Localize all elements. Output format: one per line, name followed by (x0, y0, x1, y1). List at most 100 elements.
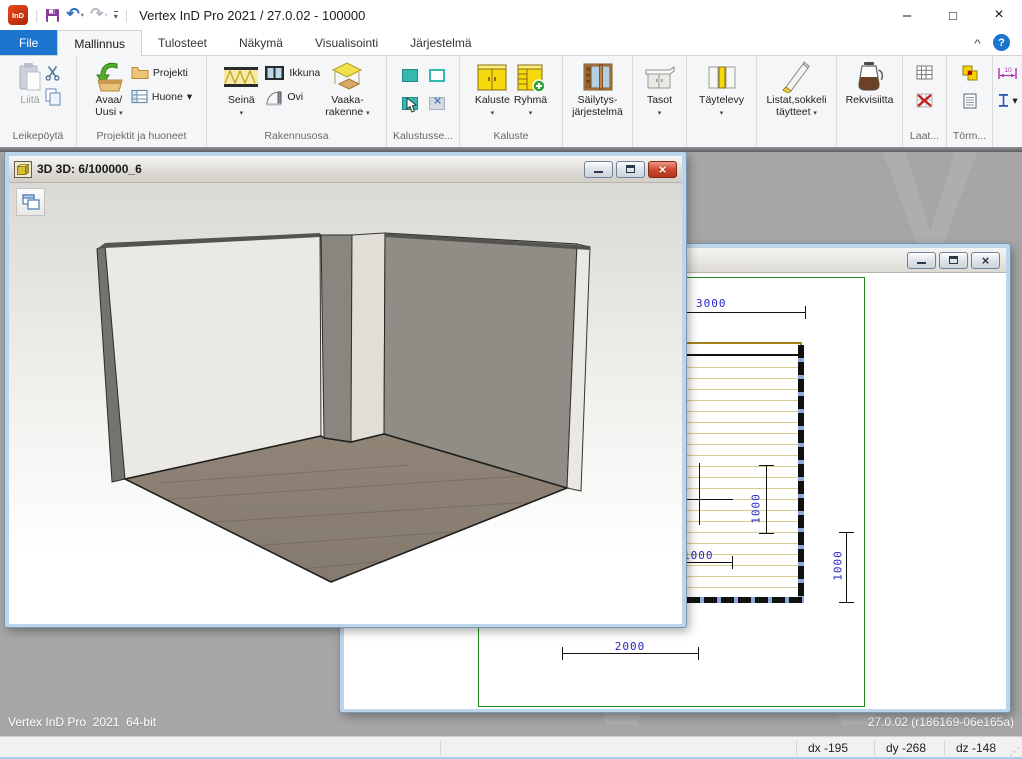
ribbon-group-filler-panel: Täytelevy ▾ (687, 56, 757, 147)
tab-visualisointi[interactable]: Visualisointi (299, 30, 394, 55)
save-button[interactable] (45, 8, 60, 23)
app-logo-icon: InD (8, 5, 28, 25)
door-icon (264, 88, 283, 106)
undo-dropdown-arrow-icon[interactable]: ▾ (81, 11, 84, 19)
viewport-windows-button[interactable] (16, 188, 45, 216)
3d-minimize-button[interactable] (584, 161, 613, 178)
molding-strip-icon (780, 59, 812, 95)
application-window: InD | ↶ ▾ ↷ ▾ ▾ | Vertex InD Pro 202 (0, 0, 1022, 759)
ribbon-group-tops: Tasot ▾ (633, 56, 687, 147)
outline-rectangle-icon (429, 69, 445, 82)
left-wall (105, 234, 321, 479)
door-button[interactable]: Ovi (264, 87, 320, 106)
copy-button[interactable] (45, 87, 61, 106)
strips-button[interactable]: Listat,sokkeli täytteet ▾ (764, 58, 828, 130)
maximize-button[interactable]: □ (930, 0, 976, 30)
document-icon (963, 93, 977, 109)
3d-view-window[interactable]: 3D 3D: 6/100000_6 × (5, 152, 686, 627)
redo-icon: ↷ (90, 8, 103, 22)
minimize-button[interactable]: – (884, 0, 930, 30)
fixture-button[interactable]: Kaluste ▾ (473, 58, 512, 130)
ribbon-tab-row: File Mallinnus Tulosteet Näkymä Visualis… (0, 30, 1022, 56)
save-icon (45, 8, 60, 23)
2d-minimize-button[interactable] (907, 252, 936, 269)
tab-nakyma[interactable]: Näkymä (223, 30, 299, 55)
close-icon: × (659, 163, 667, 176)
room-button[interactable]: Huone ▾ (131, 87, 192, 106)
height-dimension-button[interactable]: ▾ (997, 91, 1018, 110)
dimension-label: 3000 (696, 297, 727, 310)
fixture-wall-outline-button[interactable] (424, 62, 450, 89)
countertop-icon (644, 59, 676, 95)
dimension-icon: 10 (997, 65, 1018, 81)
paste-button[interactable]: Liitä (15, 58, 45, 130)
fixture-wall-delete-button[interactable]: × (424, 90, 450, 117)
fixture-group-button[interactable]: Ryhmä ▾ (512, 58, 549, 130)
undo-button[interactable]: ↶ ▾ (66, 8, 84, 22)
help-button[interactable]: ? (993, 34, 1010, 51)
mdi-app-version-left: Vertex InD Pro 2021 64-bit (8, 715, 156, 729)
redo-button[interactable]: ↷ ▾ (90, 8, 108, 22)
window-title: Vertex InD Pro 2021 / 27.0.02 - 100000 (139, 8, 365, 23)
dimension-label: 1000 (750, 489, 763, 529)
collision-report-button[interactable] (961, 91, 978, 110)
props-button[interactable]: Rekvisiitta (844, 58, 896, 130)
cut-button[interactable] (45, 63, 61, 82)
customize-quick-access-button[interactable]: ▾ (114, 11, 118, 20)
fixture-wall-filled-button[interactable] (397, 62, 423, 89)
project-button[interactable]: Projekti (131, 63, 192, 82)
storage-system-icon (582, 59, 614, 95)
2d-close-button[interactable]: × (971, 252, 1000, 269)
collision-check-button[interactable] (961, 63, 978, 82)
grid-icon (916, 65, 933, 80)
filler-panel-button[interactable]: Täytelevy ▾ (697, 58, 746, 130)
svg-text:10: 10 (1005, 67, 1013, 74)
3d-close-button[interactable]: × (648, 161, 677, 178)
wall-button[interactable]: Seinä ▾ (221, 58, 261, 130)
storage-system-button[interactable]: Säilytys- järjestelmä (570, 58, 625, 130)
tile-grid-button[interactable] (916, 63, 933, 82)
dimension-label: 1000 (683, 549, 714, 562)
mdi-workspace: V V V × 300 (0, 152, 1022, 736)
i-beam-icon (997, 93, 1010, 108)
dropdown-arrow-icon: ▾ (119, 110, 123, 117)
ribbon-group-dimensions: 10 ▾ (993, 56, 1022, 147)
close-icon: × (982, 254, 990, 267)
titlebar-separator: | (125, 8, 128, 23)
close-button[interactable]: × (976, 0, 1022, 30)
open-new-button[interactable]: Avaa/ Uusi ▾ (91, 58, 127, 130)
group-label-clipboard: Leikepöytä (0, 130, 76, 147)
3d-restore-button[interactable] (616, 161, 645, 178)
fixture-wall-select-button[interactable] (397, 90, 423, 117)
3d-window-titlebar[interactable]: 3D 3D: 6/100000_6 × (9, 156, 682, 183)
3d-window-title: 3D 3D: 6/100000_6 (37, 162, 576, 176)
room-icon (131, 89, 148, 104)
tab-tulosteet[interactable]: Tulosteet (142, 30, 223, 55)
wall-edge-right (798, 345, 804, 603)
tile-grid-delete-button[interactable] (916, 91, 933, 110)
tab-jarjestelma[interactable]: Järjestelmä (394, 30, 487, 55)
titlebar-separator: | (35, 8, 38, 23)
ribbon-group-fixture: Kaluste ▾ (460, 56, 563, 147)
folder-icon (131, 66, 149, 80)
window-button[interactable]: Ikkuna (264, 63, 320, 82)
horizontal-structure-button[interactable]: Vaaka- rakenne ▾ (323, 58, 371, 130)
dimension-button[interactable]: 10 (997, 63, 1018, 82)
dropdown-arrow-icon: ▾ (491, 110, 495, 117)
tab-file[interactable]: File (0, 30, 57, 55)
tops-button[interactable]: Tasot ▾ (642, 58, 678, 130)
3d-viewport[interactable] (9, 183, 682, 624)
2d-restore-button[interactable] (939, 252, 968, 269)
tab-mallinnus[interactable]: Mallinnus (57, 30, 142, 56)
cabinet-group-icon (515, 59, 547, 95)
window-controls: – □ × (884, 0, 1022, 30)
group-label-fixture: Kaluste (460, 130, 562, 147)
status-dz: dz -148 (956, 741, 996, 755)
collapse-ribbon-button[interactable]: ^ (974, 37, 981, 48)
quick-access-toolbar: ↶ ▾ ↷ ▾ ▾ (45, 8, 117, 23)
corner-column (321, 235, 352, 442)
minimize-icon (594, 171, 603, 173)
dropdown-arrow-icon: ▾ (366, 110, 370, 117)
ribbon-group-projects-rooms: Avaa/ Uusi ▾ Projekti (77, 56, 207, 147)
3d-room-render[interactable] (9, 183, 682, 624)
